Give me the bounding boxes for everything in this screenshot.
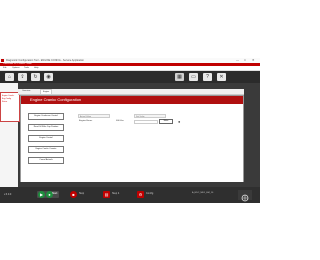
engine-hours-input[interactable] [134, 120, 158, 124]
step-label: Step 4 [112, 192, 120, 195]
menu-help[interactable]: Help [34, 66, 39, 70]
menu-options[interactable]: Options [12, 66, 20, 70]
step-icon[interactable]: ▤ [103, 191, 110, 198]
read-oil-filler-button[interactable]: Read Oil Filler Cap Position [28, 124, 64, 131]
engine-crankcase-control-button[interactable]: Engine Crankcase Control [28, 113, 64, 120]
dialog-title: Engine Crankc Configuration [21, 96, 243, 104]
camera-icon[interactable]: ◉ [44, 73, 53, 81]
stop-icon[interactable]: ■ [70, 191, 77, 198]
set-value-header: Set Value [134, 114, 166, 118]
engine-control-button[interactable]: Engine Control [28, 135, 64, 142]
status-bar: v.3.0.0 ▶ ● Start ■ Stop ▤ Step 4 ⚙ Conf… [0, 187, 260, 203]
tab-engine[interactable]: Engine [40, 89, 53, 94]
window-icon[interactable]: ▭ [189, 73, 198, 81]
status-indicator-icon: ● [178, 118, 181, 124]
start-label: Start [52, 192, 58, 195]
version-label: v.3.0.0 [4, 193, 12, 196]
engine-config-dialog: Engine Crankc Configuration Engine Crank… [20, 95, 244, 184]
keyboard-icon[interactable]: ▦ [175, 73, 184, 81]
engine-counter-button[interactable]: Engine Crankc Counter [28, 146, 64, 153]
app-icon [1, 59, 4, 62]
engine-hours-label: Engine Hours [79, 120, 93, 122]
tab-overview[interactable]: Overview [20, 89, 32, 94]
left-panel-line: Eng Config [2, 98, 11, 100]
refresh-icon[interactable]: ↻ [31, 73, 40, 81]
toolbar: ⌂ ⇪ ↻ ◉ ▦ ▭ ? ✕ [0, 71, 260, 83]
help-icon[interactable]: ? [203, 73, 212, 81]
actual-value-header: Actual Value [78, 114, 110, 118]
write-button[interactable]: Write [159, 119, 173, 124]
menu-file[interactable]: File [3, 66, 7, 70]
stop-label: Stop [79, 192, 85, 195]
left-panel-line: Engine Crankc. [2, 95, 15, 97]
close-icon[interactable]: ✕ [217, 73, 226, 81]
cancel-actuals-button[interactable]: Cancel Actuals [28, 157, 64, 164]
home-icon[interactable]: ⌂ [5, 73, 14, 81]
app-screen: Diagnostic Configuration Tool - ENGINE C… [0, 58, 260, 203]
engine-hours-unit: 000 Hrs [116, 120, 124, 122]
config-label: Config [146, 192, 154, 195]
config-icon[interactable]: ⚙ [137, 191, 144, 198]
left-panel-line: Status [2, 101, 8, 103]
play-icon: ▶ [38, 191, 45, 198]
menu-tools[interactable]: Tools [24, 66, 29, 70]
brand-logo [238, 190, 252, 202]
ecu-id-text: A_EDC_MD1_EM_10 [192, 192, 214, 194]
left-info-panel: Engine Crankc. Eng Config Status [0, 92, 20, 122]
upload-icon[interactable]: ⇪ [18, 73, 27, 81]
